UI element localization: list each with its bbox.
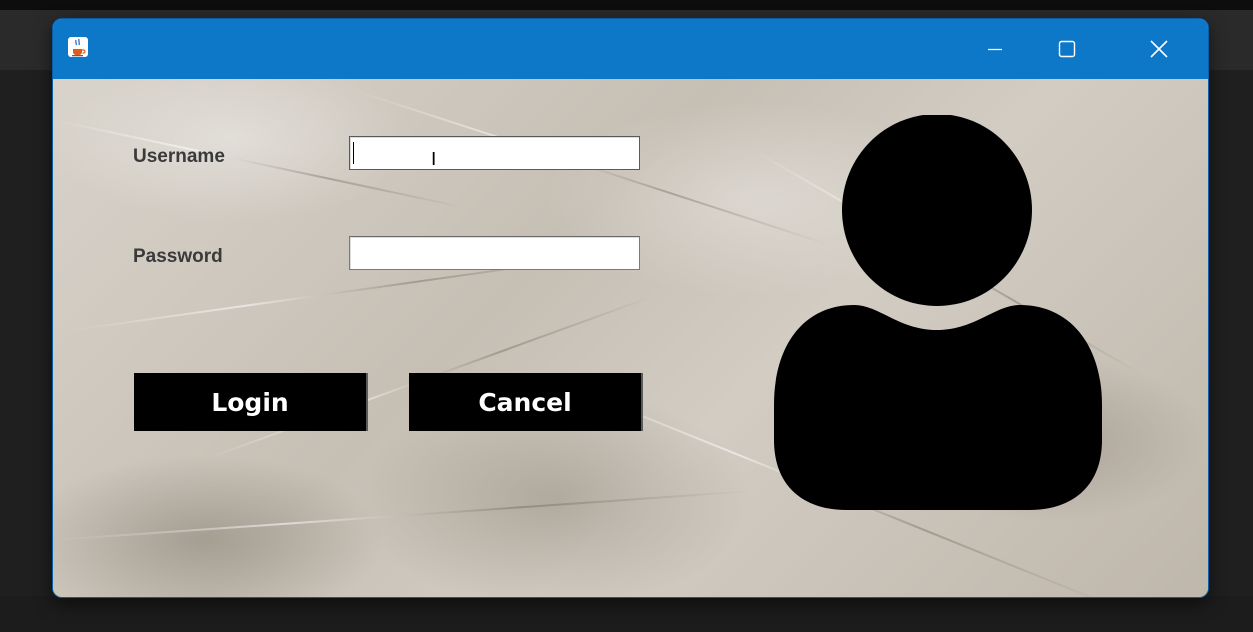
login-button[interactable]: Login [134,373,368,431]
maximize-button[interactable] [1032,19,1102,79]
paper-crease [53,490,752,541]
username-input[interactable] [349,136,640,170]
minimize-icon [988,48,1002,51]
close-icon [1150,40,1168,58]
password-input[interactable] [349,236,640,270]
close-button[interactable] [1124,19,1194,79]
user-silhouette-icon [774,115,1102,510]
title-bar[interactable] [53,19,1208,79]
maximize-icon [1058,40,1076,58]
cancel-button[interactable]: Cancel [409,373,643,431]
background-app-footer [0,596,1253,632]
username-label: Username [133,146,225,167]
minimize-button[interactable] [960,19,1030,79]
login-window: Username I Password Login Cancel [53,19,1208,597]
password-label: Password [133,246,223,267]
desktop-top-strip [0,0,1253,10]
text-caret [353,142,354,164]
java-coffee-cup-icon[interactable] [67,36,89,58]
ibeam-cursor-icon: I [431,149,437,170]
crumpled-paper-background: Username I Password Login Cancel [53,79,1208,597]
